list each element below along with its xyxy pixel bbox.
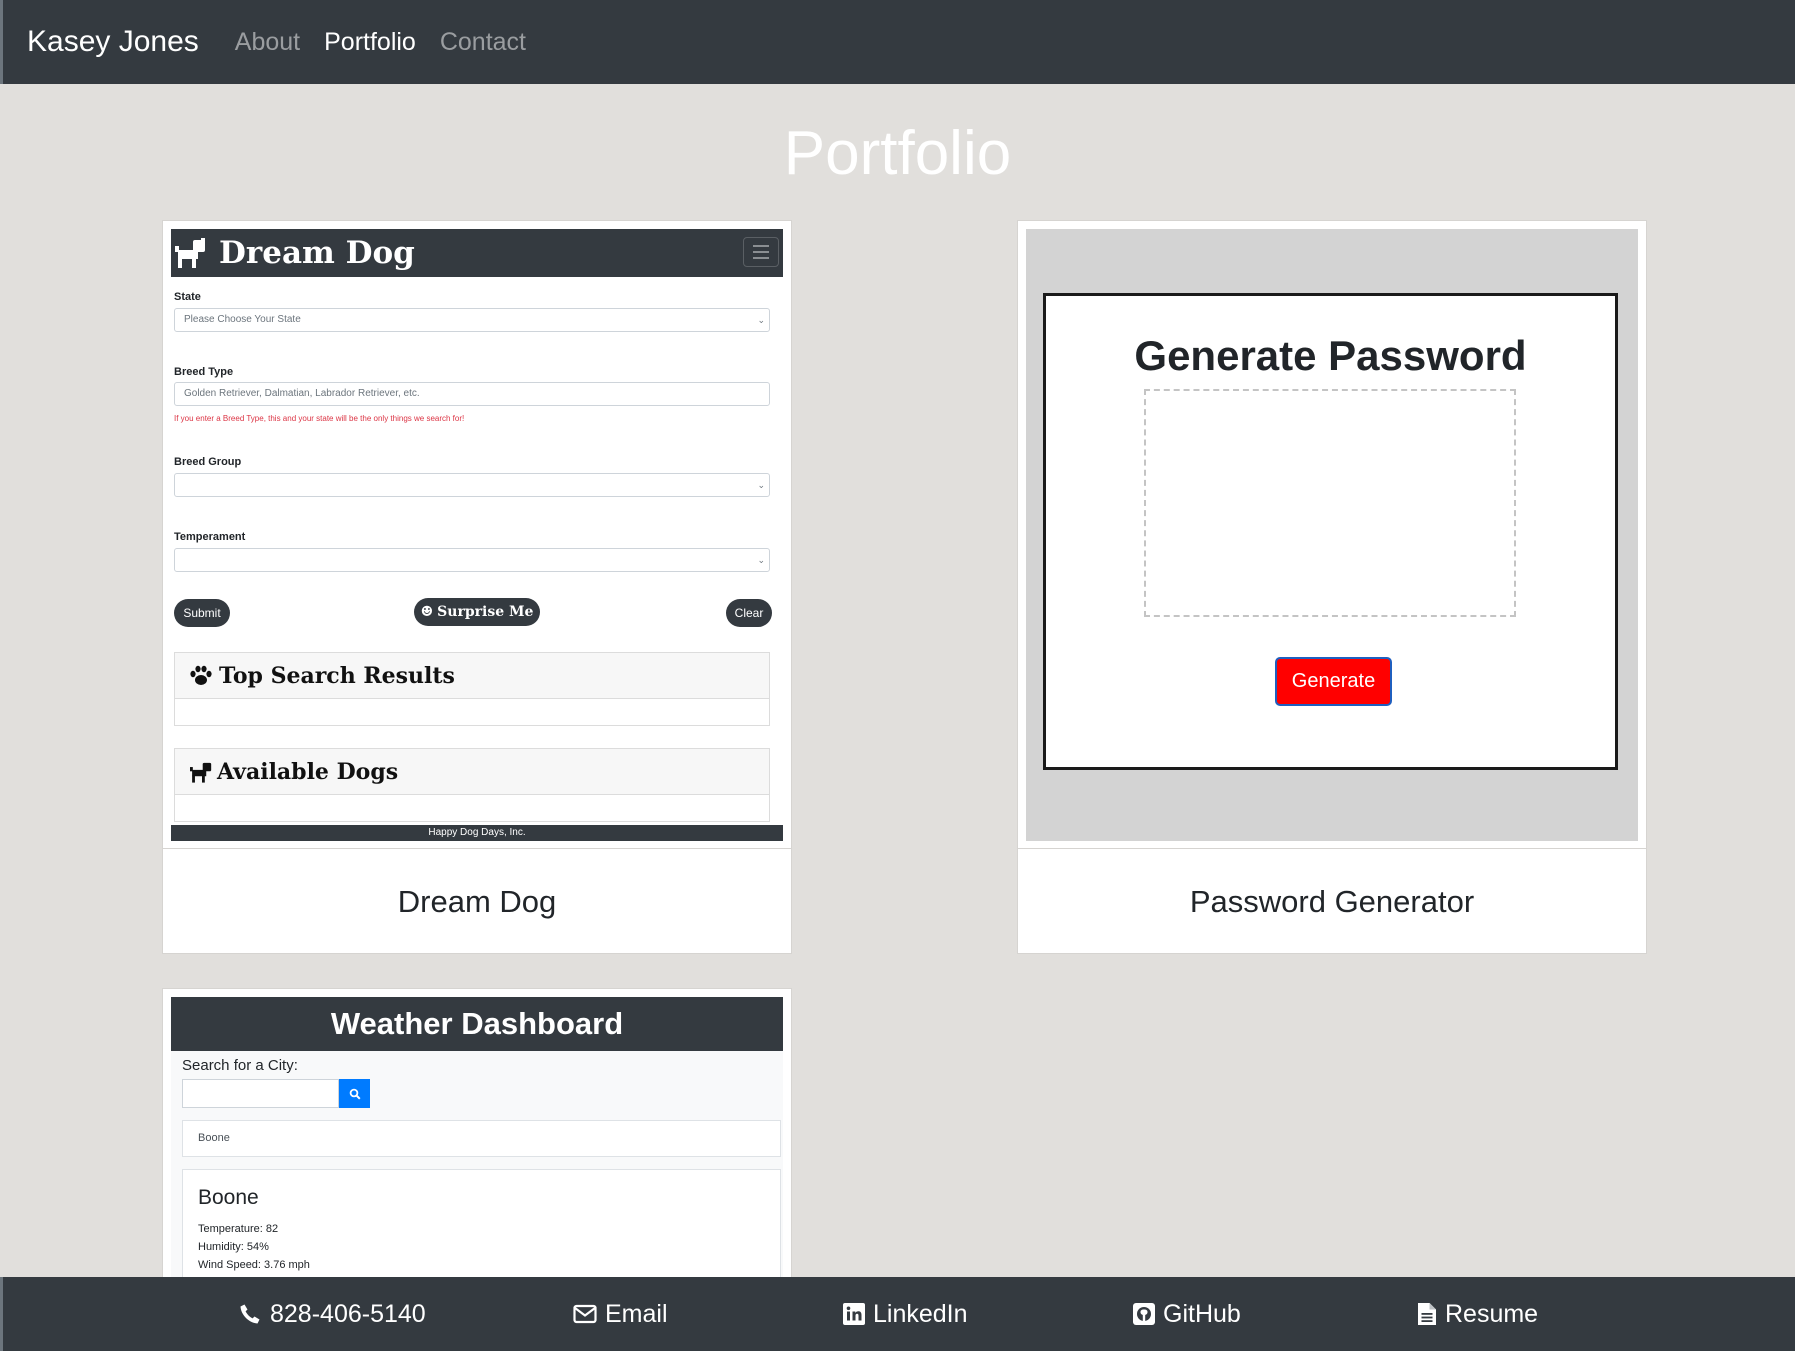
state-select: Please Choose Your State ⌄ <box>174 308 770 332</box>
breed-type-input: Golden Retriever, Dalmatian, Labrador Re… <box>174 382 770 406</box>
project-screenshot[interactable]: Dream Dog State Please Choose Your State… <box>163 221 791 849</box>
project-card-password-generator[interactable]: Generate Password Generate Password Gene… <box>1017 220 1647 954</box>
project-title[interactable]: Dream Dog <box>398 884 557 920</box>
search-history-item: Boone <box>182 1120 781 1157</box>
project-card-weather-dashboard[interactable]: Weather Dashboard Search for a City: Boo… <box>162 988 792 1289</box>
temperament-label: Temperament <box>174 531 246 543</box>
project-title[interactable]: Password Generator <box>1190 884 1474 920</box>
smile-icon: ☻ <box>420 604 434 620</box>
weather-heading: Weather Dashboard <box>171 997 783 1051</box>
password-heading: Generate Password <box>1134 332 1527 379</box>
menu-toggle-icon <box>743 237 779 267</box>
temperature-readout: Temperature: 82 <box>198 1223 279 1235</box>
password-output-area <box>1144 389 1516 617</box>
dog-icon <box>175 238 205 268</box>
current-city: Boone <box>198 1186 259 1209</box>
search-icon <box>349 1088 361 1100</box>
surprise-me-button: ☻ Surprise Me <box>414 598 540 626</box>
nav-link-portfolio[interactable]: Portfolio <box>324 28 416 57</box>
search-button <box>339 1079 370 1108</box>
city-search-input <box>182 1079 339 1108</box>
breed-group-label: Breed Group <box>174 456 242 468</box>
top-navbar: Kasey Jones About Portfolio Contact <box>0 0 1795 84</box>
generate-button: Generate <box>1275 657 1392 706</box>
breed-type-label: Breed Type <box>174 366 234 378</box>
github-icon <box>1133 1303 1155 1325</box>
footer-link-phone[interactable]: 828-406-5140 <box>238 1277 426 1351</box>
current-weather-card: Boone Temperature: 82 Humidity: 54% Wind… <box>182 1169 781 1289</box>
contact-footer: 828-406-5140 Email LinkedIn GitHub Resum… <box>0 1277 1795 1351</box>
page-title: Portfolio <box>783 119 1012 188</box>
state-label: State <box>174 291 201 303</box>
phone-icon <box>240 1304 260 1324</box>
chevron-down-icon: ⌄ <box>757 315 765 325</box>
footer-link-resume[interactable]: Resume <box>1417 1277 1538 1351</box>
dog-icon <box>190 762 212 783</box>
temperament-select: ⌄ <box>174 548 770 572</box>
card-body: Dream Dog <box>163 849 791 955</box>
weather-dashboard-preview: Weather Dashboard Search for a City: Boo… <box>171 997 783 1289</box>
password-card: Generate Password Generate <box>1043 293 1618 770</box>
brand-name[interactable]: Kasey Jones <box>27 25 199 59</box>
wind-speed-readout: Wind Speed: 3.76 mph <box>198 1259 310 1271</box>
password-generator-preview: Generate Password Generate <box>1026 229 1638 841</box>
chevron-down-icon: ⌄ <box>757 555 765 565</box>
city-search-label: Search for a City: <box>182 1057 298 1074</box>
nav-link-contact[interactable]: Contact <box>440 28 526 57</box>
breed-group-select: ⌄ <box>174 473 770 497</box>
available-dogs-panel: Available Dogs <box>174 748 770 822</box>
paw-icon <box>190 665 212 685</box>
linkedin-icon <box>843 1303 865 1325</box>
footer-link-email[interactable]: Email <box>573 1277 668 1351</box>
project-screenshot[interactable]: Weather Dashboard Search for a City: Boo… <box>163 989 791 1289</box>
preview-footer: Happy Dog Days, Inc. <box>171 825 783 841</box>
file-icon <box>1418 1303 1436 1325</box>
footer-link-github[interactable]: GitHub <box>1133 1277 1241 1351</box>
clear-button: Clear <box>726 599 772 627</box>
breed-type-note: If you enter a Breed Type, this and your… <box>174 414 465 423</box>
top-results-panel: Top Search Results <box>174 652 770 726</box>
chevron-down-icon: ⌄ <box>757 480 765 490</box>
project-card-dream-dog[interactable]: Dream Dog State Please Choose Your State… <box>162 220 792 954</box>
footer-link-linkedin[interactable]: LinkedIn <box>843 1277 968 1351</box>
submit-button: Submit <box>174 599 230 627</box>
preview-header: Dream Dog <box>171 229 783 277</box>
nav-link-about[interactable]: About <box>235 28 300 57</box>
preview-app-title: Dream Dog <box>219 235 415 271</box>
envelope-icon <box>573 1304 597 1324</box>
dream-dog-preview: Dream Dog State Please Choose Your State… <box>171 229 783 841</box>
card-body: Password Generator <box>1018 849 1646 955</box>
project-screenshot[interactable]: Generate Password Generate <box>1018 221 1646 849</box>
humidity-readout: Humidity: 54% <box>198 1241 269 1253</box>
